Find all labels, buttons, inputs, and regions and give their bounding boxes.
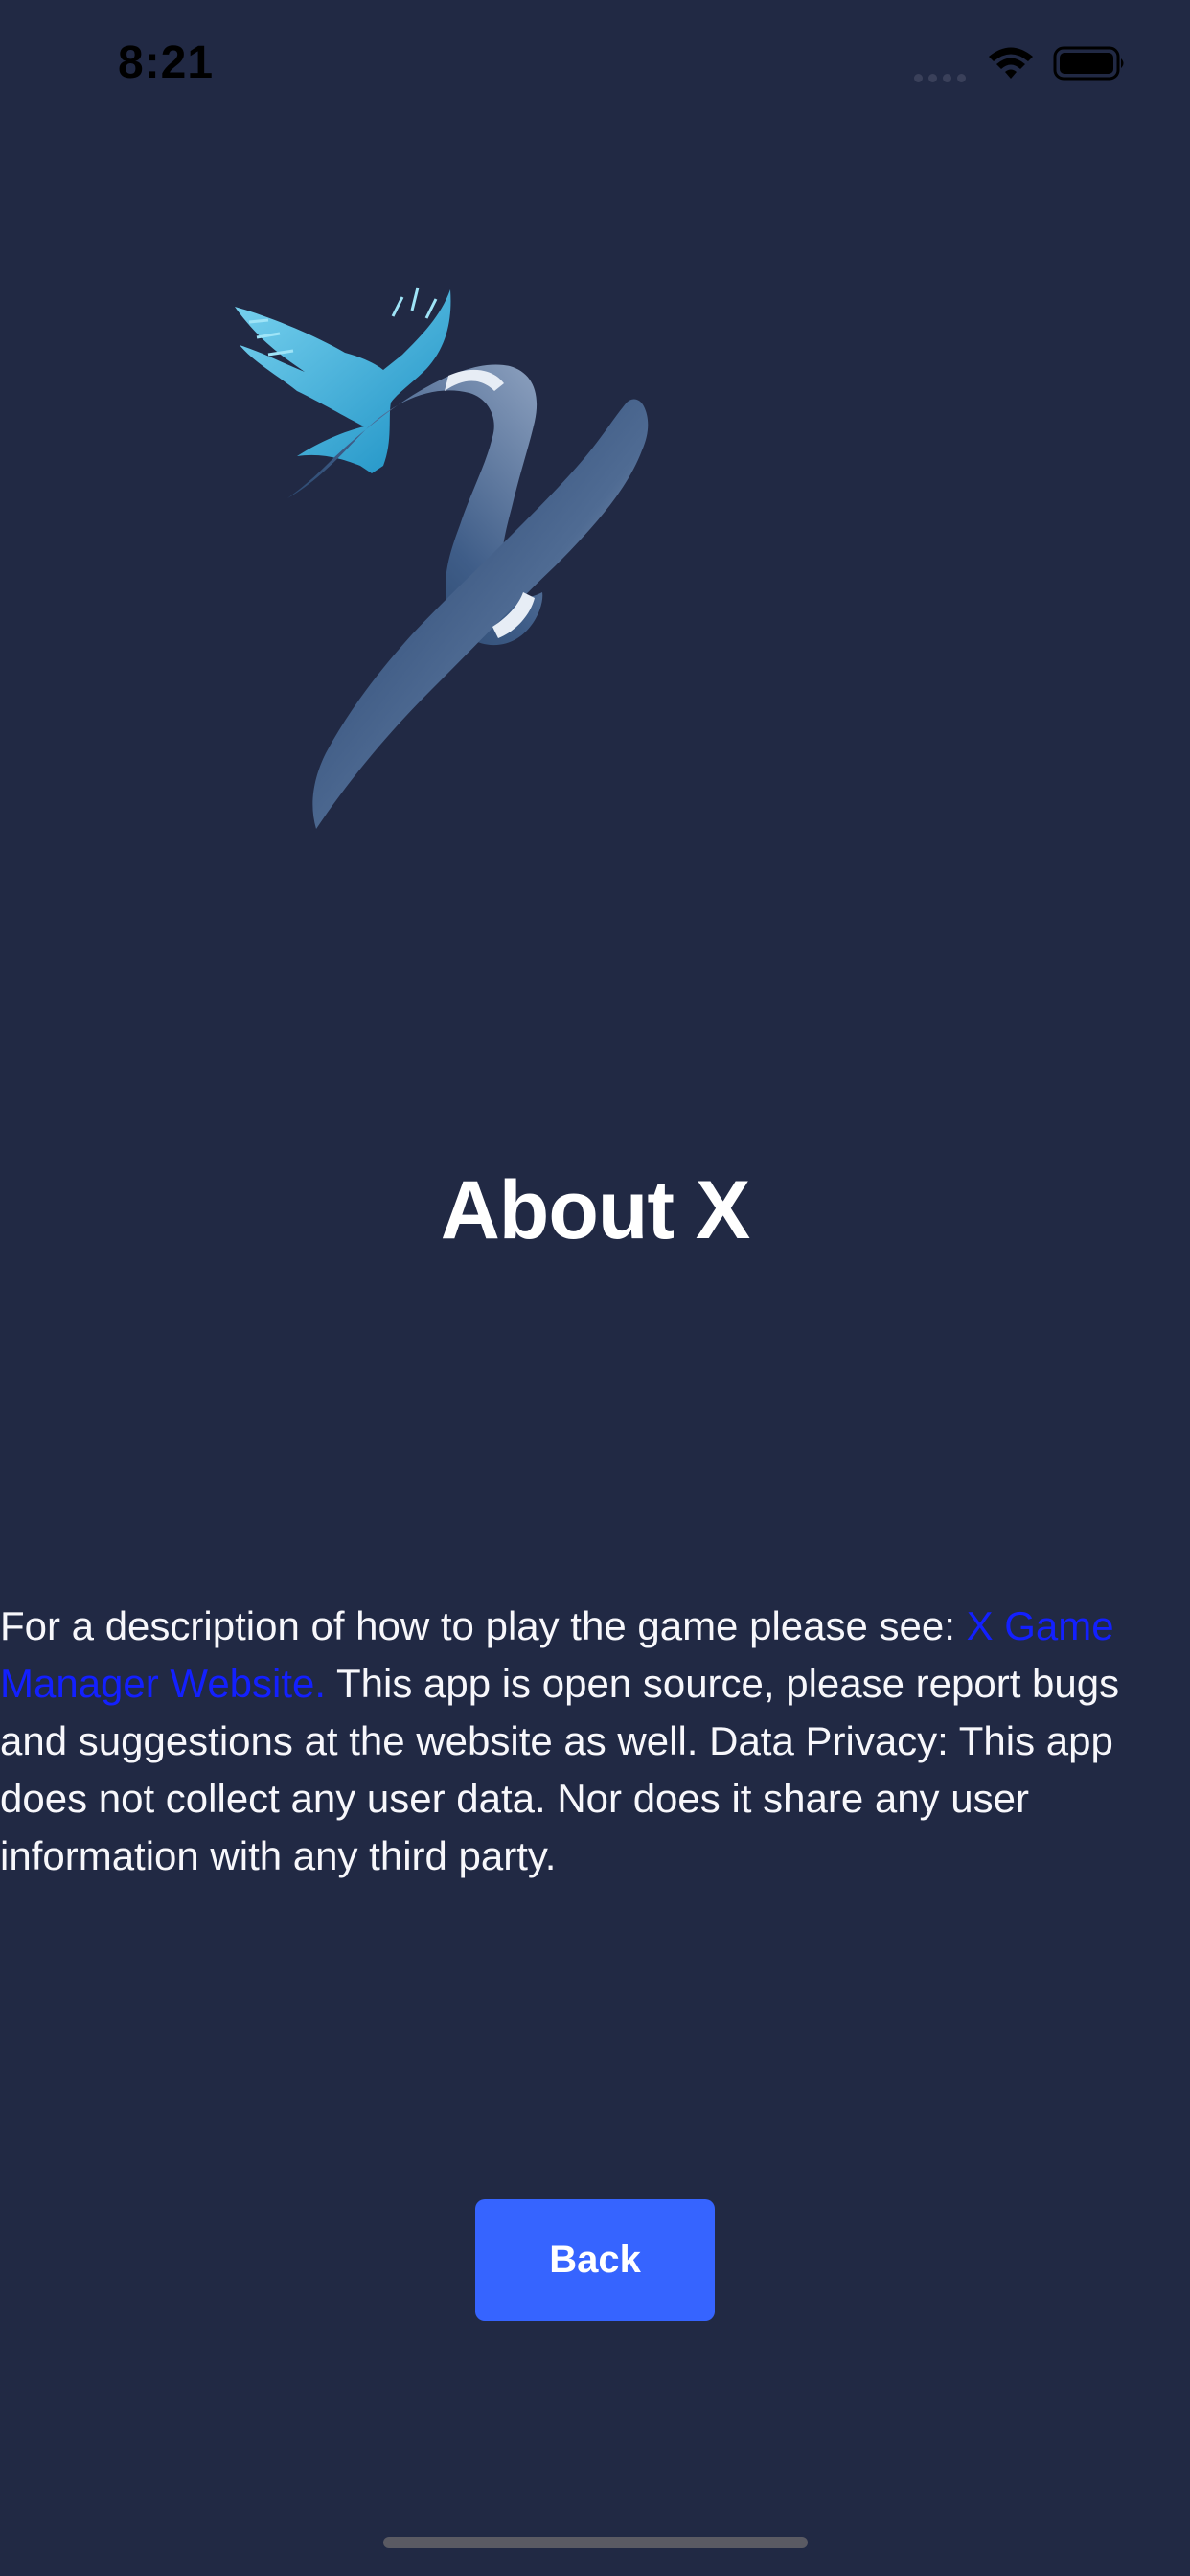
status-time: 8:21 [118,37,215,88]
about-description: For a description of how to play the gam… [0,1598,1190,1885]
description-intro: For a description of how to play the gam… [0,1603,967,1648]
battery-icon [1053,46,1124,80]
eagle-icon [235,287,451,473]
app-logo [235,287,649,829]
cellular-signal-icon [914,71,972,82]
back-button[interactable]: Back [475,2199,715,2321]
wifi-icon [989,47,1033,79]
status-bar: 8:21 [0,0,1190,134]
home-indicator[interactable] [383,2537,808,2548]
page-title: About X [440,1164,751,1256]
